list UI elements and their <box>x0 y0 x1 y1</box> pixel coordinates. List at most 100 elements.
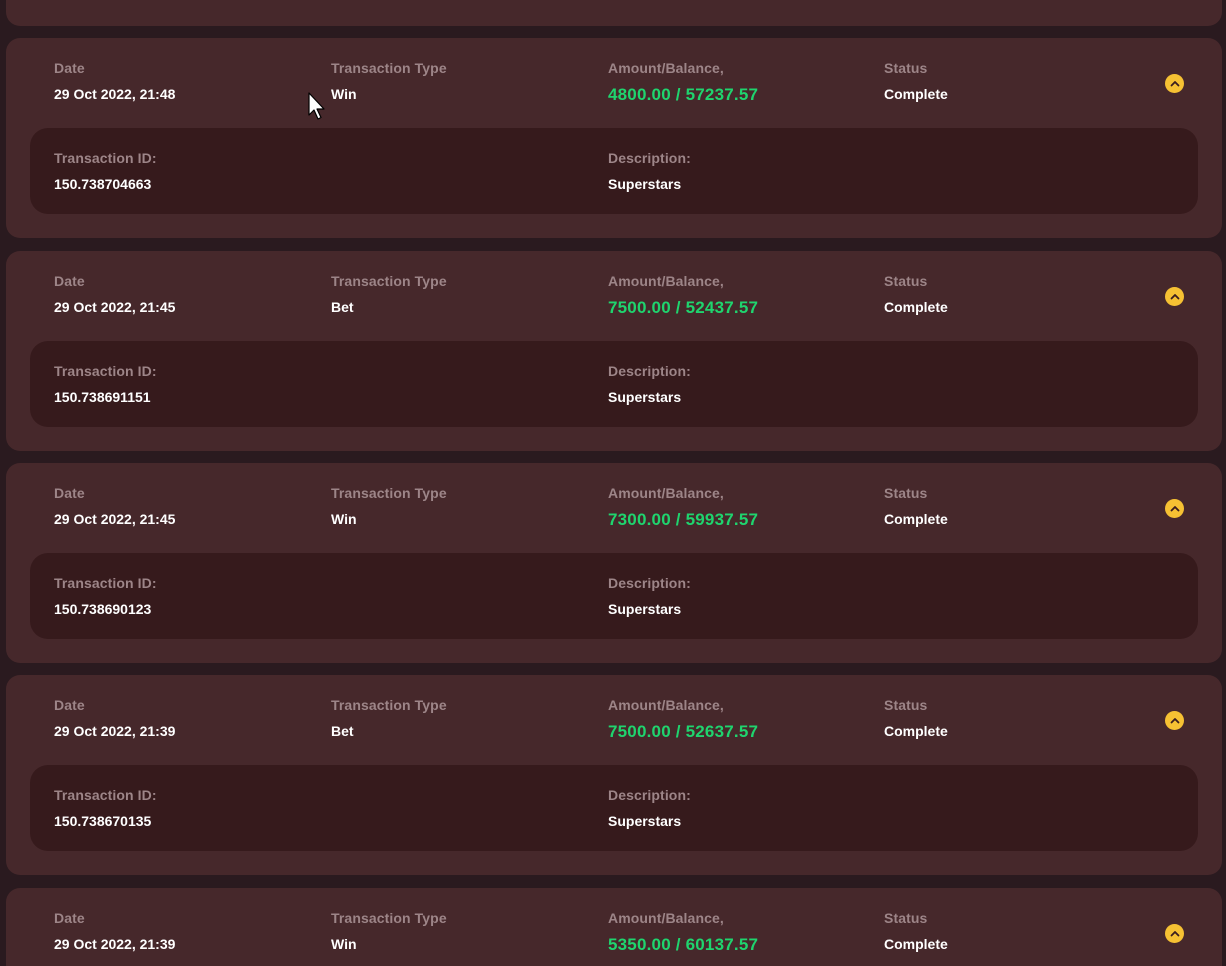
transaction-summary-row[interactable]: Date 29 Oct 2022, 21:39 Transaction Type… <box>6 675 1222 765</box>
transaction-card: Date 29 Oct 2022, 21:39 Transaction Type… <box>6 675 1222 875</box>
type-value: Bet <box>331 299 354 315</box>
amount-label: Amount/Balance, <box>608 697 724 713</box>
date-value: 29 Oct 2022, 21:39 <box>54 936 176 952</box>
amount-column: Amount/Balance, 4800.00 / 57237.57 <box>608 60 758 103</box>
chevron-up-icon <box>1170 931 1179 937</box>
description-column: Description: Superstars <box>608 787 691 829</box>
amount-value: 7500.00 / 52637.57 <box>608 722 759 741</box>
transaction-id-label: Transaction ID: <box>54 787 157 803</box>
amount-column: Amount/Balance, 7500.00 / 52437.57 <box>608 273 758 316</box>
date-column: Date 29 Oct 2022, 21:39 <box>54 697 175 739</box>
transaction-id-value: 150.738691151 <box>54 389 151 405</box>
description-value: Superstars <box>608 813 682 829</box>
transaction-details: Transaction ID: 150.738704663 Descriptio… <box>30 128 1198 214</box>
collapse-toggle-button[interactable] <box>1165 711 1184 730</box>
type-label: Transaction Type <box>331 273 447 289</box>
status-label: Status <box>884 485 928 501</box>
description-label: Description: <box>608 150 691 166</box>
status-column: Status Complete <box>884 273 948 315</box>
amount-label: Amount/Balance, <box>608 60 724 76</box>
date-column: Date 29 Oct 2022, 21:45 <box>54 485 175 527</box>
date-value: 29 Oct 2022, 21:45 <box>54 299 176 315</box>
collapse-toggle-button[interactable] <box>1165 924 1184 943</box>
transaction-id-column: Transaction ID: 150.738704663 <box>54 150 157 192</box>
transaction-list: Date 29 Oct 2022, 21:48 Transaction Type… <box>0 0 1226 966</box>
transaction-card: Date 29 Oct 2022, 21:45 Transaction Type… <box>6 251 1222 451</box>
chevron-up-icon <box>1170 294 1179 300</box>
amount-label: Amount/Balance, <box>608 273 724 289</box>
transaction-card: Date 29 Oct 2022, 21:39 Transaction Type… <box>6 888 1222 966</box>
description-label: Description: <box>608 575 691 591</box>
status-label: Status <box>884 60 928 76</box>
type-column: Transaction Type Bet <box>331 697 447 739</box>
status-column: Status Complete <box>884 485 948 527</box>
amount-value: 5350.00 / 60137.57 <box>608 935 759 954</box>
type-column: Transaction Type Win <box>331 485 447 527</box>
description-value: Superstars <box>608 389 682 405</box>
date-label: Date <box>54 273 85 289</box>
type-label: Transaction Type <box>331 697 447 713</box>
description-value: Superstars <box>608 176 682 192</box>
type-value: Bet <box>331 723 354 739</box>
transaction-id-column: Transaction ID: 150.738670135 <box>54 787 157 829</box>
date-column: Date 29 Oct 2022, 21:45 <box>54 273 175 315</box>
status-value: Complete <box>884 723 948 739</box>
amount-value: 7500.00 / 52437.57 <box>608 298 759 317</box>
transaction-id-value: 150.738670135 <box>54 813 152 829</box>
transaction-id-column: Transaction ID: 150.738691151 <box>54 363 157 405</box>
date-value: 29 Oct 2022, 21:45 <box>54 511 176 527</box>
type-value: Win <box>331 86 357 102</box>
amount-column: Amount/Balance, 7300.00 / 59937.57 <box>608 485 758 528</box>
amount-label: Amount/Balance, <box>608 910 724 926</box>
type-label: Transaction Type <box>331 60 447 76</box>
status-label: Status <box>884 273 928 289</box>
transaction-details: Transaction ID: 150.738691151 Descriptio… <box>30 341 1198 427</box>
transaction-summary-row[interactable]: Date 29 Oct 2022, 21:39 Transaction Type… <box>6 888 1222 966</box>
transaction-id-label: Transaction ID: <box>54 575 157 591</box>
status-value: Complete <box>884 299 948 315</box>
type-value: Win <box>331 511 357 527</box>
collapse-toggle-button[interactable] <box>1165 287 1184 306</box>
status-value: Complete <box>884 936 948 952</box>
status-label: Status <box>884 697 928 713</box>
status-column: Status Complete <box>884 910 948 952</box>
transaction-summary-row[interactable]: Date 29 Oct 2022, 21:48 Transaction Type… <box>6 38 1222 128</box>
transaction-details: Transaction ID: 150.738690123 Descriptio… <box>30 553 1198 639</box>
date-label: Date <box>54 697 85 713</box>
date-column: Date 29 Oct 2022, 21:48 <box>54 60 175 102</box>
status-label: Status <box>884 910 928 926</box>
chevron-up-icon <box>1170 81 1179 87</box>
description-column: Description: Superstars <box>608 575 691 617</box>
transaction-summary-row[interactable]: Date 29 Oct 2022, 21:45 Transaction Type… <box>6 463 1222 553</box>
status-value: Complete <box>884 511 948 527</box>
amount-column: Amount/Balance, 7500.00 / 52637.57 <box>608 697 758 740</box>
type-value: Win <box>331 936 357 952</box>
chevron-up-icon <box>1170 718 1179 724</box>
status-column: Status Complete <box>884 697 948 739</box>
date-label: Date <box>54 485 85 501</box>
type-column: Transaction Type Bet <box>331 273 447 315</box>
type-label: Transaction Type <box>331 910 447 926</box>
transaction-card: Date 29 Oct 2022, 21:48 Transaction Type… <box>6 38 1222 238</box>
description-column: Description: Superstars <box>608 363 691 405</box>
transaction-card-partial <box>6 0 1222 26</box>
transaction-id-value: 150.738690123 <box>54 601 152 617</box>
transaction-id-label: Transaction ID: <box>54 363 157 379</box>
collapse-toggle-button[interactable] <box>1165 74 1184 93</box>
transaction-details: Transaction ID: 150.738670135 Descriptio… <box>30 765 1198 851</box>
type-column: Transaction Type Win <box>331 60 447 102</box>
status-column: Status Complete <box>884 60 948 102</box>
transaction-card: Date 29 Oct 2022, 21:45 Transaction Type… <box>6 463 1222 663</box>
date-label: Date <box>54 60 85 76</box>
collapse-toggle-button[interactable] <box>1165 499 1184 518</box>
type-label: Transaction Type <box>331 485 447 501</box>
description-value: Superstars <box>608 601 682 617</box>
type-column: Transaction Type Win <box>331 910 447 952</box>
amount-label: Amount/Balance, <box>608 485 724 501</box>
transaction-id-label: Transaction ID: <box>54 150 157 166</box>
description-label: Description: <box>608 363 691 379</box>
date-column: Date 29 Oct 2022, 21:39 <box>54 910 175 952</box>
amount-value: 4800.00 / 57237.57 <box>608 85 759 104</box>
transaction-summary-row[interactable]: Date 29 Oct 2022, 21:45 Transaction Type… <box>6 251 1222 341</box>
amount-value: 7300.00 / 59937.57 <box>608 510 759 529</box>
